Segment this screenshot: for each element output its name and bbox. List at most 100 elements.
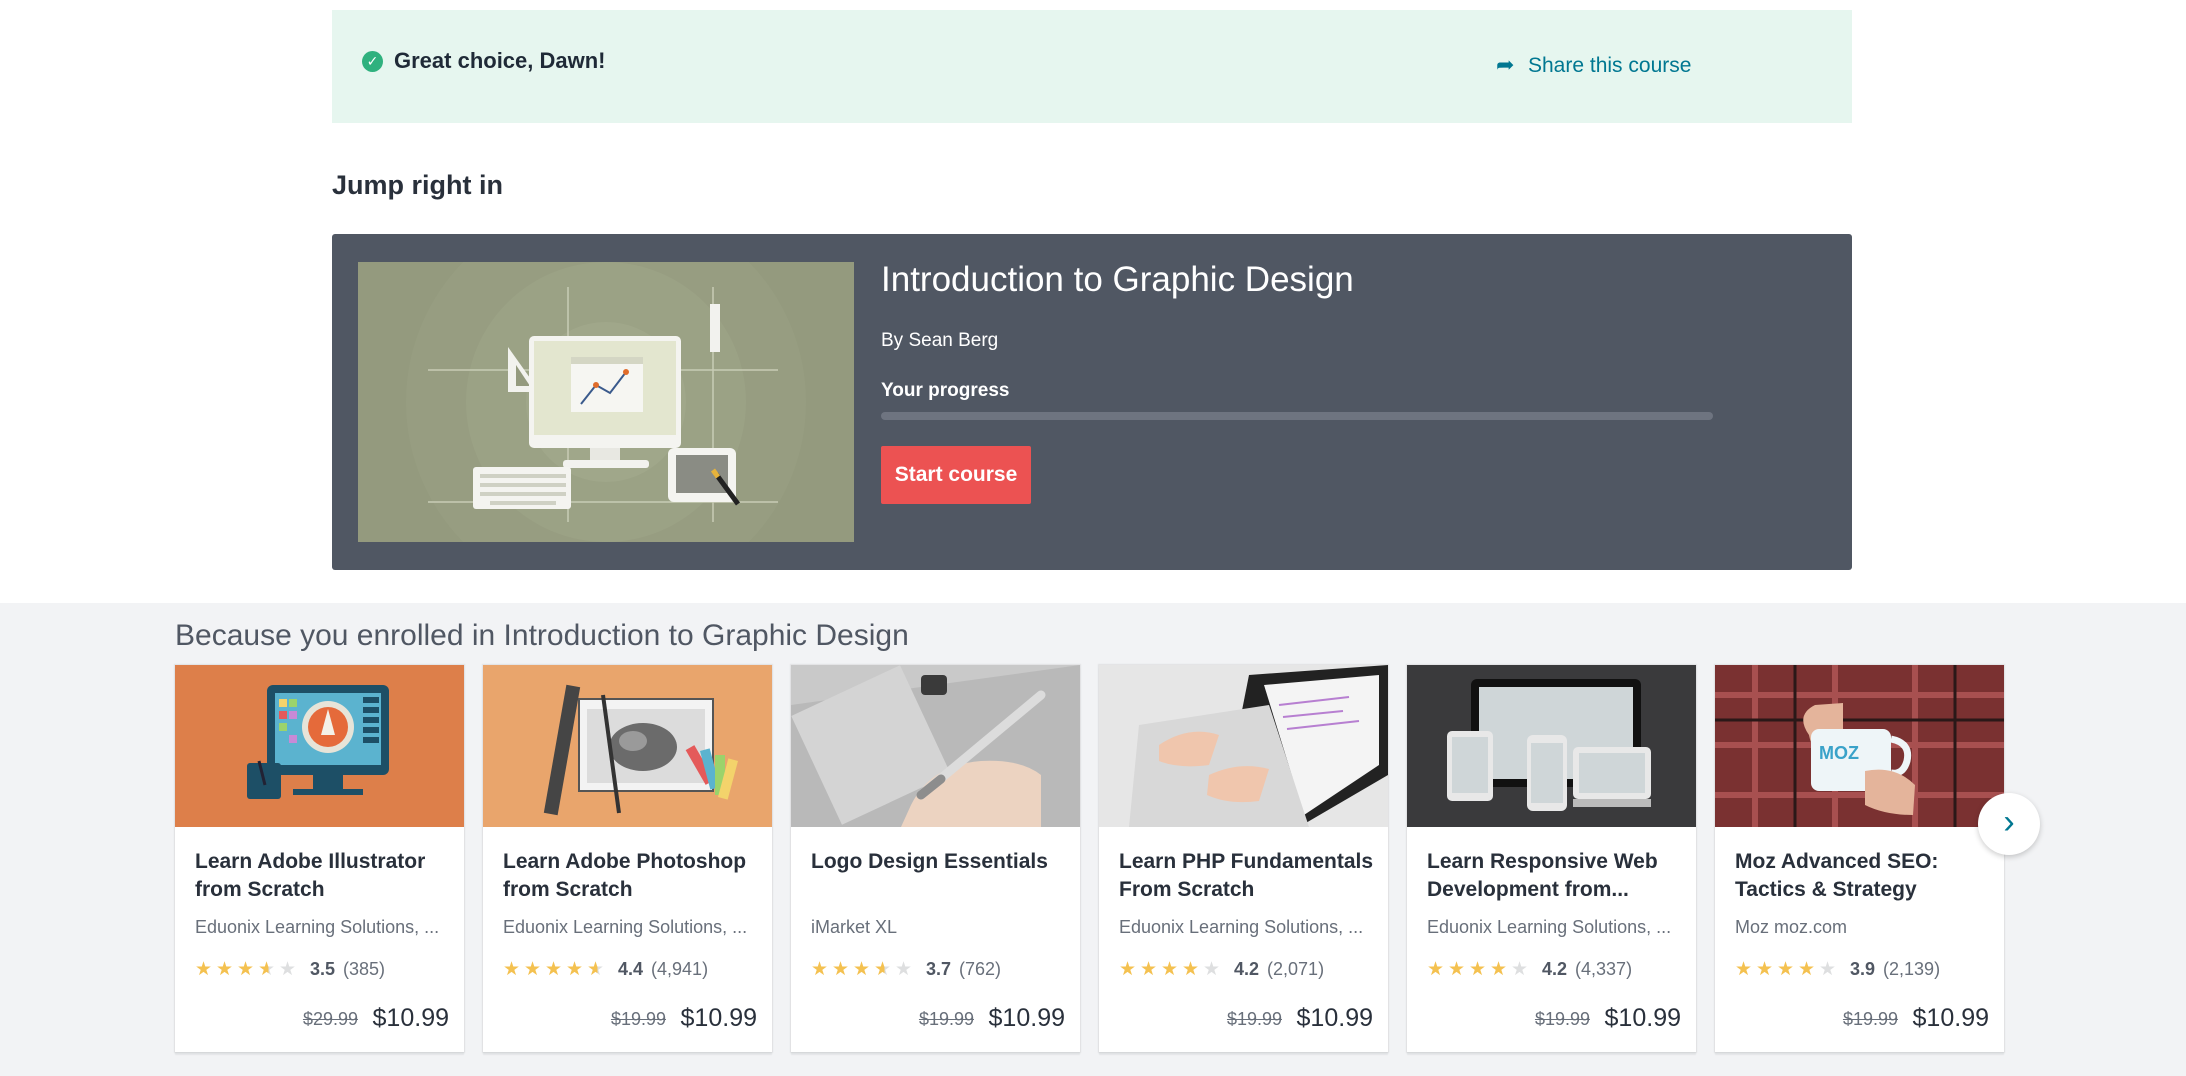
star-half-icon: ★ — [587, 958, 608, 981]
start-course-button[interactable]: Start course — [881, 446, 1031, 504]
rating-value: 3.7 — [926, 959, 952, 979]
original-price: $19.99 — [1534, 1009, 1590, 1029]
svg-text:MOZ: MOZ — [1819, 743, 1859, 763]
star-icon: ★ — [1119, 959, 1137, 980]
star-icon: ★ — [216, 959, 234, 980]
star-icon: ★ — [853, 959, 871, 980]
course-card-6[interactable]: MOZ Moz Advanced SEO: Tactics & Strategy… — [1715, 665, 2004, 1052]
star-icon: ★ — [832, 959, 850, 980]
recommendations-heading: Because you enrolled in Introduction to … — [175, 619, 909, 652]
star-icon: ★ — [237, 959, 255, 980]
rating-count: (2,139) — [1883, 959, 1941, 979]
star-icon: ★ — [1469, 959, 1487, 980]
sale-price: $10.99 — [372, 1004, 449, 1032]
share-course-link[interactable]: ➦ Share this course — [1496, 52, 1691, 78]
star-half-icon: ★ — [874, 958, 895, 981]
rating-value: 3.9 — [1850, 959, 1876, 979]
course-card-author: Eduonix Learning Solutions, ... — [1427, 917, 1672, 937]
star-empty-icon: ★ — [1819, 959, 1837, 980]
star-empty-icon: ★ — [895, 959, 913, 980]
rating-count: (385) — [343, 959, 386, 979]
rating-value: 4.4 — [618, 959, 644, 979]
course-card-rating: ★ ★ ★ ★ ★ 3.7 (762) — [811, 958, 1001, 981]
star-rating: ★ ★ ★ ★ ★ — [1427, 958, 1532, 981]
chevron-right-icon[interactable]: › — [1978, 793, 2040, 855]
rating-count: (4,941) — [651, 959, 709, 979]
star-rating: ★ ★ ★ ★ ★ — [811, 958, 916, 981]
course-card-author: iMarket XL — [811, 917, 898, 937]
star-icon: ★ — [1448, 959, 1466, 980]
sale-price: $10.99 — [680, 1004, 757, 1032]
course-image[interactable] — [791, 665, 1080, 827]
star-icon: ★ — [1798, 959, 1816, 980]
star-icon: ★ — [1140, 959, 1158, 980]
progress-bar — [881, 412, 1713, 420]
course-card-title[interactable]: Logo Design Essentials — [811, 848, 1071, 876]
share-label: Share this course — [1528, 54, 1692, 77]
rating-value: 4.2 — [1542, 959, 1568, 979]
original-price: $29.99 — [302, 1009, 358, 1029]
star-icon: ★ — [811, 959, 829, 980]
course-card-1[interactable]: Learn Adobe Illustrator from Scratch Edu… — [175, 665, 464, 1052]
course-card-author: Eduonix Learning Solutions, ... — [1119, 917, 1364, 937]
top-section: ✓ Great choice, Dawn! ➦ Share this course… — [0, 0, 2186, 603]
star-empty-icon: ★ — [279, 959, 297, 980]
course-card-title[interactable]: Learn Adobe Illustrator from Scratch — [195, 848, 455, 904]
star-icon: ★ — [1182, 959, 1200, 980]
course-card-title[interactable]: Moz Advanced SEO: Tactics & Strategy — [1735, 848, 1995, 904]
course-author: By Sean Berg — [881, 330, 999, 351]
course-card-author: Eduonix Learning Solutions, ... — [195, 917, 440, 937]
course-card-author: Moz moz.com — [1735, 917, 1848, 937]
recommendations-section: Because you enrolled in Introduction to … — [0, 603, 2186, 1076]
star-empty-icon: ★ — [1203, 959, 1221, 980]
original-price: $19.99 — [610, 1009, 666, 1029]
course-card-title[interactable]: Learn Responsive Web Development from... — [1427, 848, 1687, 904]
rating-count: (762) — [959, 959, 1002, 979]
course-card-5[interactable]: Learn Responsive Web Development from...… — [1407, 665, 1696, 1052]
course-image[interactable]: MOZ — [1715, 665, 2004, 827]
success-message: Great choice, Dawn! — [394, 48, 606, 73]
rating-value: 4.2 — [1234, 959, 1260, 979]
rating-value: 3.5 — [310, 959, 336, 979]
course-card-title[interactable]: Learn PHP Fundamentals From Scratch — [1119, 848, 1379, 904]
course-thumbnail[interactable] — [358, 262, 854, 542]
star-rating: ★ ★ ★ ★ ★ — [1119, 958, 1224, 981]
sale-price: $10.99 — [1296, 1004, 1373, 1032]
course-image[interactable] — [1407, 665, 1696, 827]
course-image[interactable] — [1099, 665, 1388, 827]
success-banner: ✓ Great choice, Dawn! ➦ Share this course — [332, 10, 1852, 123]
share-icon: ➦ — [1496, 52, 1515, 77]
star-icon: ★ — [1777, 959, 1795, 980]
star-icon: ★ — [195, 959, 213, 980]
star-half-icon: ★ — [258, 958, 279, 981]
sale-price: $10.99 — [1912, 1004, 1989, 1032]
course-card-4[interactable]: Learn PHP Fundamentals From Scratch Eduo… — [1099, 665, 1388, 1052]
course-card: Introduction to Graphic Design By Sean B… — [332, 234, 1852, 570]
star-rating: ★ ★ ★ ★ ★ — [195, 958, 300, 981]
course-card-rating: ★ ★ ★ ★ ★ 4.2 (4,337) — [1427, 958, 1632, 981]
course-card-2[interactable]: Learn Adobe Photoshop from Scratch Eduon… — [483, 665, 772, 1052]
progress-label: Your progress — [881, 380, 1010, 401]
star-empty-icon: ★ — [1511, 959, 1529, 980]
course-image[interactable] — [175, 665, 464, 827]
course-card-author: Eduonix Learning Solutions, ... — [503, 917, 748, 937]
original-price: $19.99 — [1842, 1009, 1898, 1029]
course-card-rating: ★ ★ ★ ★ ★ 3.5 (385) — [195, 958, 385, 981]
star-rating: ★ ★ ★ ★ ★ — [503, 958, 608, 981]
star-icon: ★ — [545, 959, 563, 980]
course-card-rating: ★ ★ ★ ★ ★ 4.4 (4,941) — [503, 958, 708, 981]
course-card-3[interactable]: Logo Design Essentials iMarket XL ★ ★ ★ ★ ★ … — [791, 665, 1080, 1052]
star-icon: ★ — [1427, 959, 1445, 980]
course-image[interactable] — [483, 665, 772, 827]
jump-right-in-heading: Jump right in — [332, 170, 503, 200]
star-icon: ★ — [1490, 959, 1508, 980]
sale-price: $10.99 — [988, 1004, 1065, 1032]
graphic-design-illustration — [358, 262, 854, 542]
rating-count: (4,337) — [1575, 959, 1633, 979]
check-circle-icon: ✓ — [362, 51, 383, 72]
course-card-title[interactable]: Learn Adobe Photoshop from Scratch — [503, 848, 763, 904]
star-icon: ★ — [1161, 959, 1179, 980]
original-price: $19.99 — [1226, 1009, 1282, 1029]
course-card-rating: ★ ★ ★ ★ ★ 4.2 (2,071) — [1119, 958, 1324, 981]
course-title[interactable]: Introduction to Graphic Design — [881, 260, 1354, 300]
